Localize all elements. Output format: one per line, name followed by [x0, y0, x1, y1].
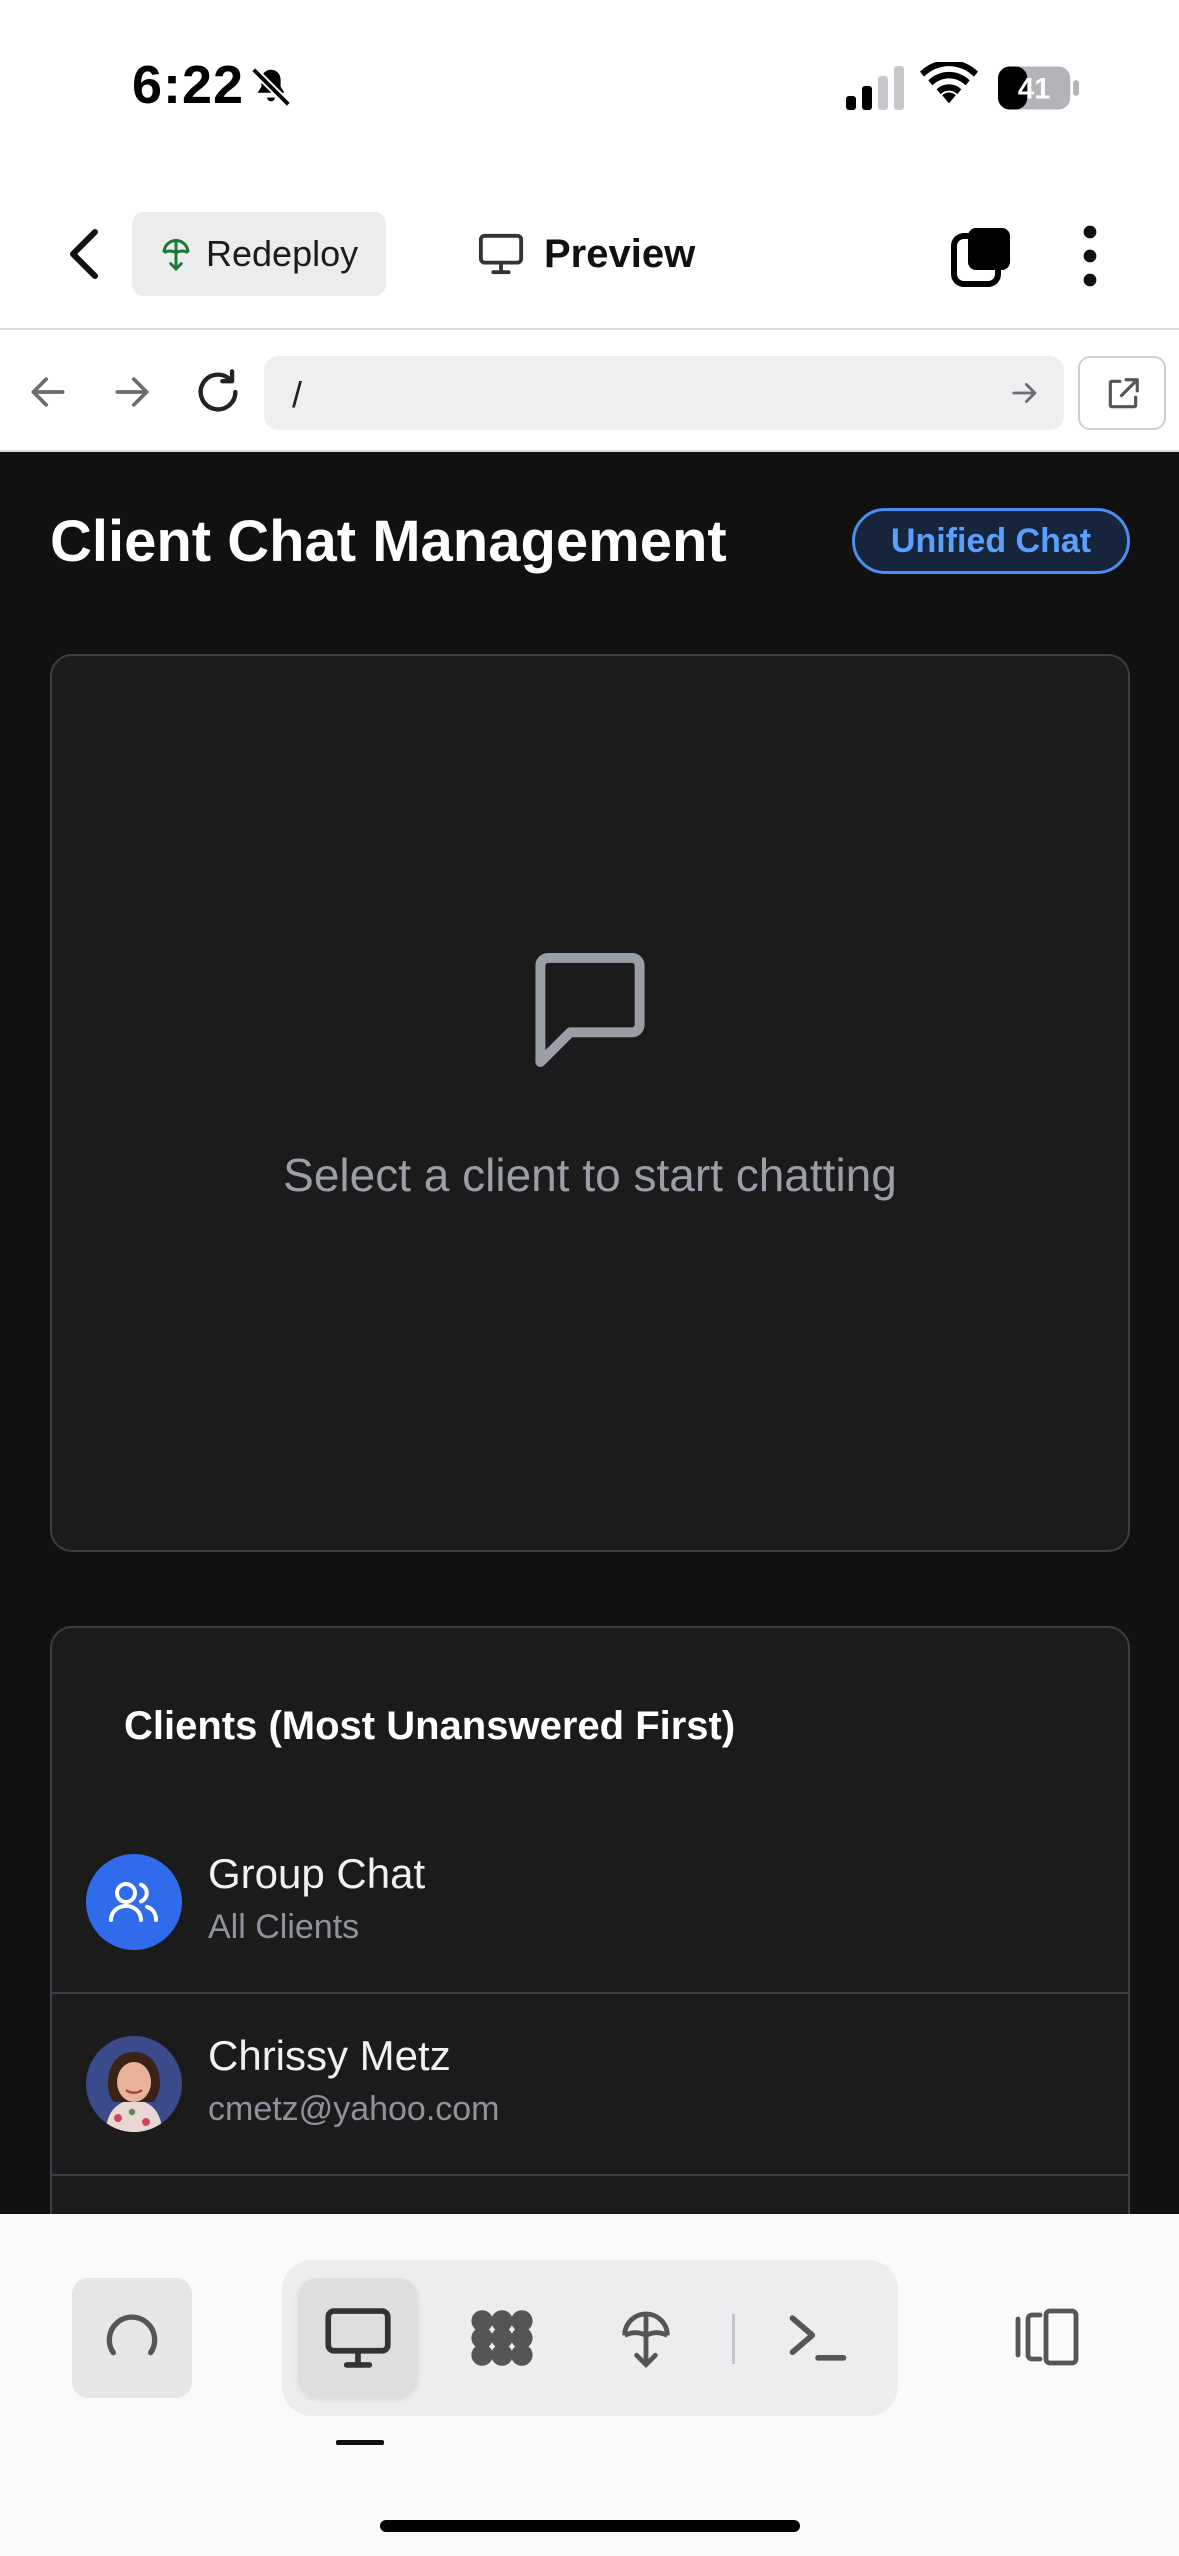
client-name: Chrissy Metz	[208, 2032, 451, 2079]
client-subtitle: cmetz@yahoo.com	[208, 2090, 500, 2128]
group-icon	[109, 1882, 158, 1922]
url-text: /	[292, 374, 303, 415]
client-name: Group Chat	[208, 1850, 426, 1897]
client-row[interactable]: Group Chat All Clients	[52, 1812, 1128, 1994]
monitor-icon	[478, 233, 524, 275]
avatar	[86, 1854, 182, 1950]
unified-chat-button[interactable]: Unified Chat	[852, 508, 1130, 574]
client-row[interactable]: Chrissy Metz cmetz@yahoo.com	[52, 1994, 1128, 2176]
redeploy-label: Redeploy	[206, 233, 359, 274]
preview-tab[interactable]: Preview	[478, 222, 695, 286]
split-view-icon[interactable]	[1010, 2306, 1082, 2368]
home-indicator	[380, 2520, 800, 2532]
wifi-icon	[920, 62, 978, 104]
message-square-icon	[535, 952, 645, 1068]
bottom-toolbar	[0, 2214, 1179, 2556]
clients-panel: Clients (Most Unanswered First) Group Ch…	[50, 1626, 1130, 2214]
external-link-icon	[1108, 378, 1139, 409]
arrow-right-icon[interactable]	[110, 370, 154, 414]
page-title: Client Chat Management	[50, 509, 727, 574]
browser-bar: /	[0, 330, 1179, 452]
avatar	[86, 2036, 182, 2132]
client-subtitle: All Clients	[208, 1908, 360, 1946]
web-preview: Client Chat Management Unified Chat Sele…	[0, 452, 1179, 2214]
url-input[interactable]: /	[264, 356, 1064, 430]
more-vertical-icon[interactable]	[1072, 224, 1108, 288]
chat-empty-message: Select a client to start chatting	[283, 1149, 897, 1201]
status-bar: 6:22 41	[0, 0, 1179, 170]
cellular-signal-icon	[846, 66, 904, 110]
chevron-left-icon[interactable]	[60, 226, 110, 282]
terminal-icon	[789, 2315, 847, 2361]
battery-icon: 41	[998, 66, 1080, 110]
active-tool-indicator	[336, 2440, 384, 2445]
tabs-icon[interactable]	[950, 224, 1014, 288]
reload-icon[interactable]	[192, 366, 244, 418]
open-external-button[interactable]	[1078, 356, 1166, 430]
app-header: Redeploy Preview	[0, 170, 1179, 330]
chat-panel: Select a client to start chatting	[50, 654, 1130, 1552]
deploy-tool-button[interactable]	[586, 2278, 706, 2398]
status-time: 6:22	[132, 55, 245, 115]
tool-group	[282, 2260, 898, 2416]
bell-slash-icon	[251, 67, 291, 107]
plugins-tool-button[interactable]	[442, 2278, 562, 2398]
deploy-icon	[622, 2311, 670, 2369]
redeploy-button[interactable]: Redeploy	[132, 212, 386, 296]
deploy-icon	[162, 239, 190, 272]
client-photo	[86, 2036, 182, 2132]
arrow-left-icon[interactable]	[26, 370, 70, 414]
shell-tool-button[interactable]	[758, 2278, 878, 2398]
preview-label: Preview	[544, 231, 696, 276]
desktop-icon	[325, 2308, 391, 2368]
plugins-icon	[471, 2310, 533, 2366]
battery-level: 41	[1018, 73, 1051, 106]
client-row[interactable]	[52, 2176, 1128, 2214]
loading-icon	[106, 2314, 158, 2356]
arrow-go-icon[interactable]	[1008, 376, 1042, 410]
toolbar-divider	[732, 2314, 735, 2364]
clients-title: Clients (Most Unanswered First)	[124, 1704, 736, 1748]
desktop-tool-button[interactable]	[298, 2278, 418, 2398]
loading-button[interactable]	[72, 2278, 192, 2398]
